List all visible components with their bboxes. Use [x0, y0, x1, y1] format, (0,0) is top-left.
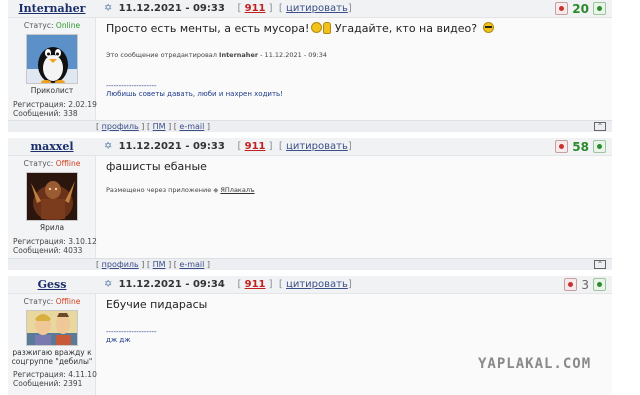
signature: -------------------- Любишь советы дават…	[106, 82, 283, 98]
username-link[interactable]: Gess	[8, 276, 96, 294]
user-status: Статус: Online	[23, 21, 81, 30]
smiley-icon	[311, 22, 323, 33]
signature: -------------------- дж дж	[106, 328, 157, 344]
post-number-link[interactable]: 911	[245, 141, 266, 152]
pm-link[interactable]: ПМ	[153, 260, 166, 269]
post-footer: [ профиль ] [ ПМ ] [ e-mail ] ^	[8, 120, 612, 132]
post-message: фашисты ебаные	[106, 160, 207, 173]
rating-widget: 20	[555, 2, 606, 16]
vote-down-icon[interactable]	[564, 278, 578, 291]
post-link-icon[interactable]: ✡	[104, 3, 112, 14]
post: Internaher ✡ 11.12.2021 - 09:33 [ 911 ] …	[8, 0, 612, 132]
rating-value: 58	[572, 140, 589, 154]
user-title: разжигаю вражду к соцгруппе "дебилы"	[11, 348, 93, 366]
app-note: Размещено через приложение ◆ ЯПлакалъ	[106, 186, 255, 194]
post-link-icon[interactable]: ✡	[104, 141, 112, 152]
site-watermark: YAPLAKAL.COM	[478, 356, 592, 372]
post-link-icon[interactable]: ✡	[104, 279, 112, 290]
registration-info: Регистрация: 3.10.12 Сообщений: 4033	[13, 237, 97, 255]
rating-widget: 58	[555, 140, 606, 154]
cartoon-avatar-image	[27, 311, 77, 345]
post-content	[96, 0, 612, 132]
thumbs-up-icon	[323, 22, 332, 34]
username-link[interactable]: maxxel	[8, 138, 96, 156]
post-message: Просто есть менты, а есть мусора! Угадай…	[106, 22, 494, 35]
quote-link[interactable]: цитировать	[286, 3, 348, 14]
post-number-link[interactable]: 911	[245, 279, 266, 290]
post-message: Ебучие пидарасы	[106, 298, 208, 311]
pm-link[interactable]: ПМ	[153, 122, 166, 131]
user-title: Приколист	[30, 86, 74, 95]
scroll-up-button[interactable]: ^	[594, 122, 606, 131]
rating-value: 3	[581, 278, 589, 292]
post: maxxel ✡ 11.12.2021 - 09:33 [ 911 ] [ ци…	[8, 138, 612, 270]
profile-link[interactable]: профиль	[102, 122, 139, 131]
email-link[interactable]: e-mail	[179, 260, 204, 269]
warrior-avatar-image	[27, 173, 77, 220]
app-icon: ◆	[213, 186, 219, 194]
post-info: ✡ 11.12.2021 - 09:33 [ 911 ] [ цитироват…	[104, 141, 352, 152]
post-info: ✡ 11.12.2021 - 09:33 [ 911 ] [ цитироват…	[104, 3, 352, 14]
user-status: Статус: Offline	[23, 159, 81, 168]
user-status: Статус: Offline	[23, 297, 81, 306]
cool-smiley-icon	[482, 22, 494, 33]
post-date: 11.12.2021 - 09:33	[118, 3, 225, 14]
vote-up-icon[interactable]	[593, 2, 606, 15]
registration-info: Регистрация: 2.02.19 Сообщений: 338	[13, 100, 97, 118]
vote-up-icon[interactable]	[593, 140, 606, 153]
vote-up-icon[interactable]	[593, 278, 606, 291]
vote-down-icon[interactable]	[555, 140, 569, 153]
post-footer-links: [ профиль ] [ ПМ ] [ e-mail ]	[96, 122, 211, 131]
penguin-avatar-image	[27, 35, 77, 83]
quote-link[interactable]: цитировать	[286, 279, 348, 290]
edited-note: Это сообщение отредактировал Internaher …	[106, 51, 327, 59]
post-footer-links: [ профиль ] [ ПМ ] [ e-mail ]	[96, 260, 211, 269]
avatar[interactable]	[26, 172, 78, 221]
post-number-link[interactable]: 911	[245, 3, 266, 14]
email-link[interactable]: e-mail	[179, 122, 204, 131]
post-date: 11.12.2021 - 09:34	[118, 279, 225, 290]
profile-link[interactable]: профиль	[102, 260, 139, 269]
post: Gess ✡ 11.12.2021 - 09:34 [ 911 ] [ цити…	[8, 276, 612, 395]
rating-value: 20	[572, 2, 589, 16]
rating-widget: 3	[564, 278, 606, 292]
scroll-up-button[interactable]: ^	[594, 260, 606, 269]
avatar[interactable]	[26, 34, 78, 84]
avatar[interactable]	[26, 310, 78, 346]
post-info: ✡ 11.12.2021 - 09:34 [ 911 ] [ цитироват…	[104, 279, 352, 290]
registration-info: Регистрация: 4.11.10 Сообщений: 2391	[13, 370, 97, 388]
user-title: Ярила	[39, 223, 65, 232]
post-content	[96, 138, 612, 270]
post-date: 11.12.2021 - 09:33	[118, 141, 225, 152]
vote-down-icon[interactable]	[555, 2, 569, 15]
app-link[interactable]: ЯПлакалъ	[220, 186, 254, 194]
username-link[interactable]: Internaher	[8, 0, 96, 18]
post-footer: [ профиль ] [ ПМ ] [ e-mail ] ^	[8, 258, 612, 270]
quote-link[interactable]: цитировать	[286, 141, 348, 152]
